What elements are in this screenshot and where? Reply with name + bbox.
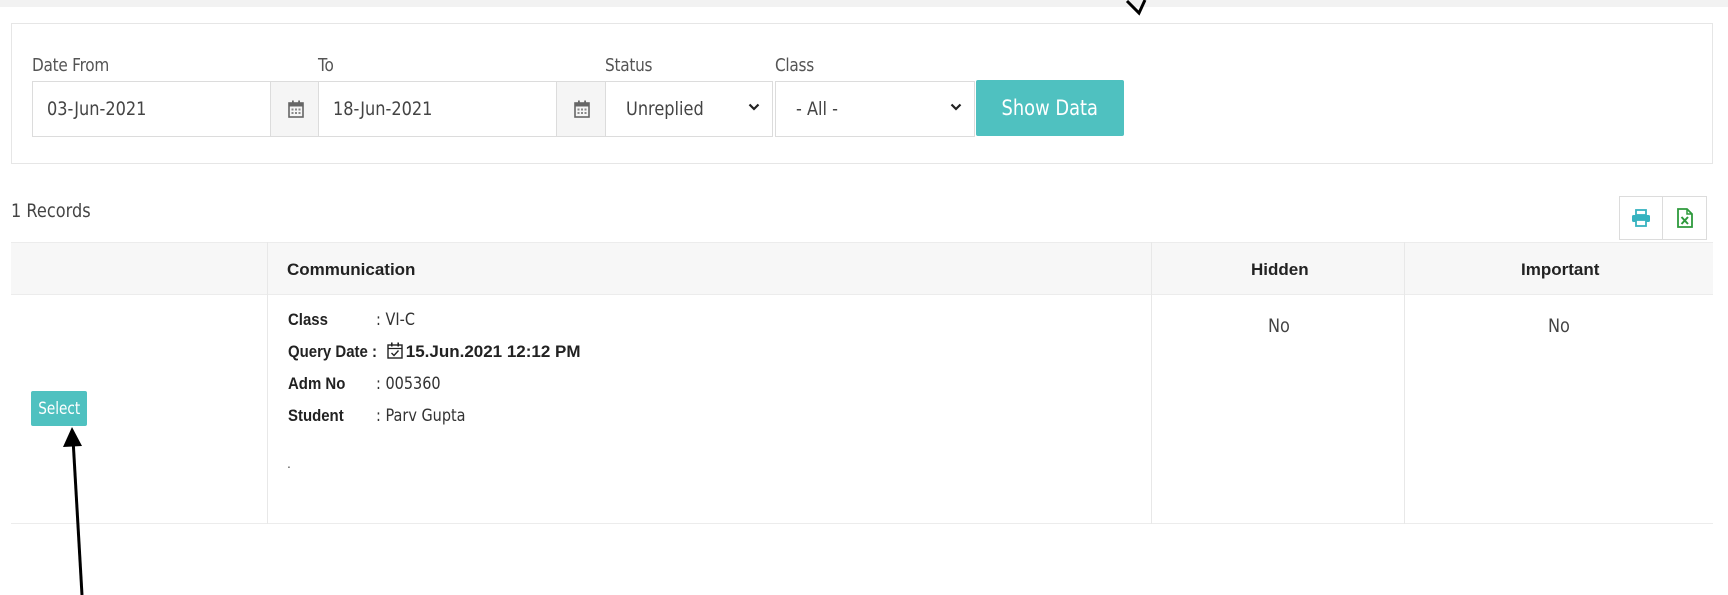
chevron-down-icon: [748, 103, 760, 111]
show-data-button[interactable]: Show Data: [976, 80, 1124, 136]
status-label: Status: [605, 55, 653, 76]
export-toolbar: [1619, 196, 1707, 240]
date-to-calendar-button[interactable]: [556, 82, 606, 136]
calendar-check-icon: [387, 342, 403, 359]
important-value: No: [1547, 315, 1570, 337]
message-text: .: [287, 455, 291, 471]
adm-no-line: Adm No: 005360: [288, 374, 441, 394]
status-select[interactable]: Unreplied: [605, 81, 773, 137]
print-button[interactable]: [1619, 196, 1663, 240]
hidden-value: No: [1267, 315, 1290, 337]
query-date-line: Query Date : 15.Jun.2021 12:12 PM: [288, 342, 581, 361]
date-from-value: 03-Jun-2021: [47, 98, 147, 120]
class-select[interactable]: - All -: [775, 81, 975, 137]
date-to-label: To: [318, 55, 334, 76]
column-divider: [1404, 242, 1405, 524]
excel-icon: [1676, 208, 1693, 228]
date-to-value: 18-Jun-2021: [333, 98, 433, 120]
calendar-icon: [573, 100, 590, 118]
date-to-input[interactable]: 18-Jun-2021: [318, 81, 607, 137]
class-label: Class: [775, 55, 814, 76]
column-divider: [1151, 242, 1152, 524]
column-divider: [267, 242, 268, 524]
date-from-calendar-button[interactable]: [270, 82, 320, 136]
class-value: - All -: [796, 98, 838, 120]
class-line: Class: VI-C: [288, 310, 415, 330]
top-strip: [0, 0, 1728, 7]
chevron-down-icon: [950, 103, 962, 111]
excel-export-button[interactable]: [1663, 196, 1707, 240]
filter-panel: Date From 03-Jun-2021 To 18-Jun-2021 Sta…: [11, 23, 1713, 164]
header-hidden: Hidden: [1251, 260, 1309, 279]
student-line: Student: Parv Gupta: [288, 406, 466, 426]
header-communication: Communication: [287, 260, 416, 279]
calendar-icon: [287, 100, 304, 118]
select-button[interactable]: Select: [31, 391, 87, 426]
header-important: Important: [1521, 260, 1600, 279]
date-from-label: Date From: [32, 55, 110, 76]
date-from-input[interactable]: 03-Jun-2021: [32, 81, 321, 137]
print-icon: [1632, 209, 1650, 227]
records-count: 1 Records: [11, 200, 91, 222]
status-value: Unreplied: [626, 98, 704, 120]
